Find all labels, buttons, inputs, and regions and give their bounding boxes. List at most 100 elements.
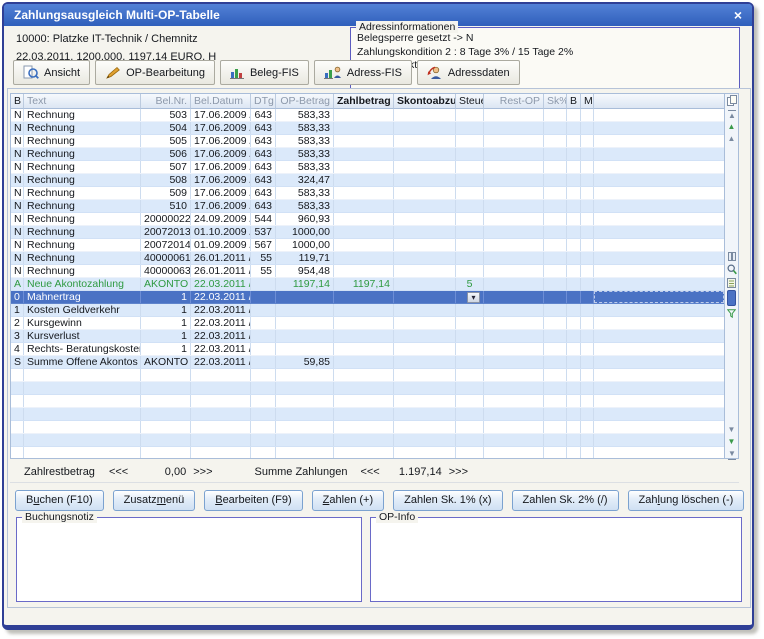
cell-zahl — [334, 317, 394, 329]
col-header-datum[interactable]: Bel.Datum — [191, 94, 251, 109]
cell-filler — [594, 369, 724, 381]
tab-adressdaten[interactable]: Adressdaten — [417, 60, 520, 85]
zahlung-loeschen-button[interactable]: Zahlung löschen (-) — [628, 490, 745, 511]
scroll-page-up-icon[interactable]: ▲ — [725, 122, 738, 132]
filter-icon[interactable] — [725, 309, 738, 318]
table-row[interactable]: NRechnung2007201301.10.2009 /Do5371000,0… — [11, 226, 724, 239]
close-icon[interactable]: × — [734, 8, 742, 22]
table-row[interactable] — [11, 421, 724, 434]
cell-datum: 24.09.2009 /Do — [191, 213, 251, 225]
cell-text: Rechnung — [24, 200, 141, 212]
cell-dtg: 643 — [251, 122, 276, 134]
table-row[interactable]: NRechnung50617.06.2009 /Mi643583,33 — [11, 148, 724, 161]
cell-filler — [594, 356, 724, 368]
table-header-row: BTextBel.Nr.Bel.DatumDTgOP-BetragZahlbet… — [11, 94, 724, 109]
sum-label: Summe Zahlungen — [255, 466, 348, 478]
table-row[interactable]: NRechnung51017.06.2009 /Mi643583,33 — [11, 200, 724, 213]
scroll-up-icon[interactable]: ▲ — [725, 134, 738, 144]
steue-dropdown[interactable]: ▾ — [467, 292, 480, 303]
table-row[interactable] — [11, 434, 724, 447]
table-row[interactable]: NRechnung50417.06.2009 /Mi643583,33 — [11, 122, 724, 135]
cell-steue — [456, 343, 484, 355]
cell-zahl — [334, 343, 394, 355]
search-icon[interactable] — [725, 264, 738, 275]
zusatzmenu-button[interactable]: Zusatzmenü — [113, 490, 196, 511]
scroll-down-icon[interactable]: ▼ — [725, 425, 738, 435]
cell-nr: 506 — [141, 148, 191, 160]
cell-sk — [544, 109, 567, 121]
cell-filler — [594, 434, 724, 446]
table-row[interactable]: NRechnung4000006126.01.2011 /Mi55119,71 — [11, 252, 724, 265]
tab-beleg-fis[interactable]: Beleg-FIS — [220, 60, 309, 85]
cell-nr: AKONTO — [141, 356, 191, 368]
col-header-rest[interactable]: Rest-OP — [484, 94, 544, 109]
cell-zahl — [334, 239, 394, 251]
table-row[interactable]: NRechnung50717.06.2009 /Mi643583,33 — [11, 161, 724, 174]
calculator-icon[interactable] — [725, 278, 738, 288]
table-row[interactable]: ANeue AkontozahlungAKONTO22.03.2011 /Di1… — [11, 278, 724, 291]
cell-m — [581, 382, 594, 394]
col-header-b[interactable]: B — [11, 94, 24, 109]
cell-filler — [594, 109, 724, 121]
table-row[interactable]: 4Rechts- Beratungskosten122.03.2011 /Di — [11, 343, 724, 356]
table-row[interactable]: NRechnung50817.06.2009 /Mi643324,47 — [11, 174, 724, 187]
chevrons-left: <<< — [360, 466, 379, 478]
col-header-skonto[interactable]: Skontoabzug — [394, 94, 456, 109]
table-row[interactable]: NRechnung2007201401.09.2009 /Di5671000,0… — [11, 239, 724, 252]
table-scroll-rail[interactable]: ▲ ▲ ▲ ▼ ▼ ▼ — [724, 94, 738, 458]
copy-icon[interactable] — [725, 95, 738, 106]
col-header-text[interactable]: Text — [24, 94, 141, 109]
table-row[interactable]: SSumme Offene AkontosAKONTO22.03.2011 /D… — [11, 356, 724, 369]
cell-skonto — [394, 395, 456, 407]
cell-b2 — [567, 304, 581, 316]
scroll-page-down-icon[interactable]: ▼ — [725, 437, 738, 447]
table-row[interactable]: NRechnung4000006326.01.2011 /Mi55954,48 — [11, 265, 724, 278]
buchen-button[interactable]: Buchen (F10) — [15, 490, 104, 511]
zahlen-sk1-button[interactable]: Zahlen Sk. 1% (x) — [393, 490, 502, 511]
cell-zahl — [334, 174, 394, 186]
col-header-b2[interactable]: B — [567, 94, 581, 109]
col-header-nr[interactable]: Bel.Nr. — [141, 94, 191, 109]
scroll-bottom-icon[interactable]: ▼ — [728, 449, 736, 460]
cell-steue: ▾ — [456, 291, 484, 303]
col-header-dtg[interactable]: DTg — [251, 94, 276, 109]
cell-op — [276, 447, 334, 458]
scrollbar-thumb[interactable] — [727, 290, 736, 306]
cell-zahl — [334, 213, 394, 225]
tab-adress-fis[interactable]: Adress-FIS — [314, 60, 412, 85]
cell-skonto — [394, 278, 456, 290]
table-row[interactable]: 0Mahnertrag122.03.2011 /Di▾ — [11, 291, 724, 304]
table-row[interactable]: NRechnung2000002224.09.2009 /Do544960,93 — [11, 213, 724, 226]
cell-op: 583,33 — [276, 122, 334, 134]
col-header-sk[interactable]: Sk% — [544, 94, 567, 109]
table-row[interactable] — [11, 408, 724, 421]
cell-op: 583,33 — [276, 200, 334, 212]
tab-op-bearbeitung[interactable]: OP-Bearbeitung — [95, 60, 215, 85]
table-row[interactable]: 3Kursverlust122.03.2011 /Di — [11, 330, 724, 343]
table-row[interactable] — [11, 395, 724, 408]
cell-b — [11, 408, 24, 420]
table-row[interactable] — [11, 447, 724, 458]
table-row[interactable]: NRechnung50317.06.2009 /Mi643583,33 — [11, 109, 724, 122]
col-header-m[interactable]: M — [581, 94, 594, 109]
bearbeiten-button[interactable]: Bearbeiten (F9) — [204, 490, 302, 511]
col-header-zahl[interactable]: Zahlbetrag — [334, 94, 394, 109]
tab-ansicht[interactable]: Ansicht — [13, 60, 90, 85]
table-row[interactable]: 1Kosten Geldverkehr122.03.2011 /Di — [11, 304, 724, 317]
buchungsnotiz-input[interactable] — [19, 520, 359, 599]
chevrons-right: >>> — [449, 466, 468, 478]
table-row[interactable] — [11, 369, 724, 382]
table-row[interactable]: NRechnung50517.06.2009 /Mi643583,33 — [11, 135, 724, 148]
cell-zahl — [334, 434, 394, 446]
column-settings-icon[interactable] — [725, 252, 738, 261]
table-row[interactable] — [11, 382, 724, 395]
cell-sk — [544, 135, 567, 147]
table-row[interactable]: NRechnung50917.06.2009 /Mi643583,33 — [11, 187, 724, 200]
zahlen-button[interactable]: Zahlen (+) — [312, 490, 384, 511]
cell-nr: 1 — [141, 291, 191, 303]
zahlen-sk2-button[interactable]: Zahlen Sk. 2% (/) — [512, 490, 619, 511]
scroll-top-icon[interactable]: ▲ — [728, 110, 736, 121]
col-header-op[interactable]: OP-Betrag — [276, 94, 334, 109]
table-row[interactable]: 2Kursgewinn122.03.2011 /Di — [11, 317, 724, 330]
col-header-steue[interactable]: Steue — [456, 94, 484, 109]
